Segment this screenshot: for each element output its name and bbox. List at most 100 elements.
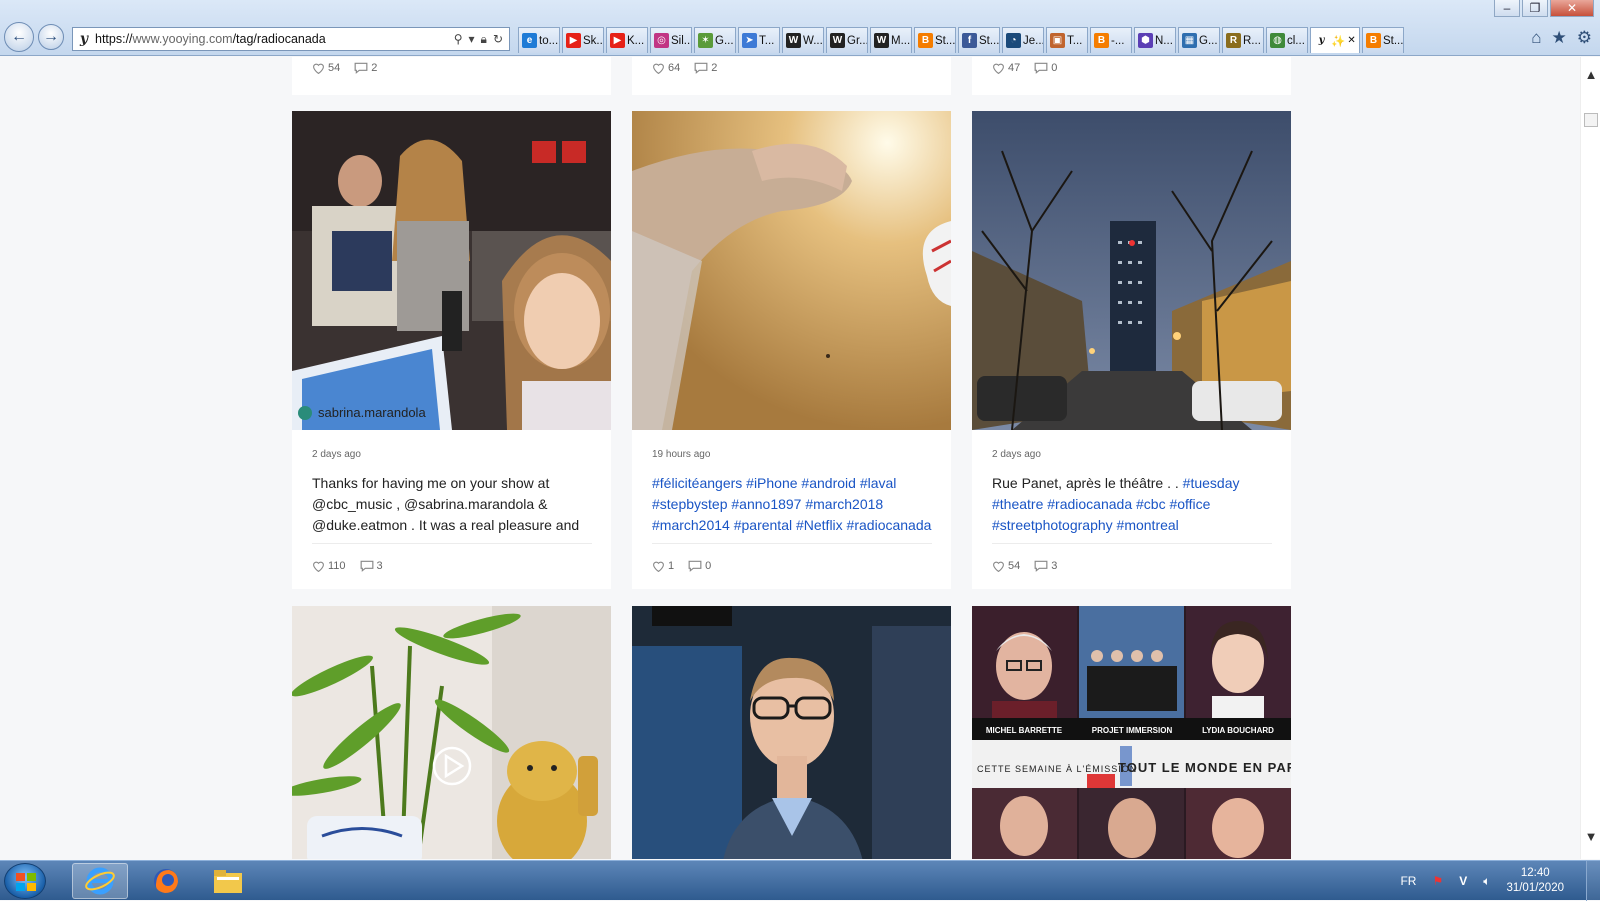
tab-0[interactable]: e to... <box>518 27 560 53</box>
windows-taskbar: FR ⚑ V 🔈︎ 12:40 31/01/2020 <box>0 860 1600 901</box>
comments-count[interactable]: 3 <box>1034 560 1057 572</box>
scroll-thumb[interactable] <box>1584 113 1598 127</box>
scroll-up-icon[interactable]: ▲ <box>1581 67 1600 82</box>
maximize-button[interactable]: ❐ <box>1522 0 1548 17</box>
comments-count[interactable]: 3 <box>360 560 383 572</box>
post-card-top-1[interactable]: 54 2 <box>292 57 611 95</box>
scroll-down-icon[interactable]: ▼ <box>1581 829 1600 844</box>
post-card[interactable]: 2 days ago Rue Panet, après le théâtre .… <box>972 111 1291 589</box>
tab-18[interactable]: y ✨ ✕ <box>1310 27 1360 53</box>
back-button[interactable]: ← <box>4 22 34 52</box>
comments-value: 2 <box>371 62 378 74</box>
post-card[interactable]: 19 hours ago #félicitéangers #iPhone #an… <box>632 111 951 589</box>
favorites-star-icon[interactable]: ★ <box>1552 28 1567 48</box>
comments-count[interactable]: 0 <box>1034 62 1057 74</box>
likes-count[interactable]: 110 <box>312 560 346 572</box>
comment-icon <box>688 560 702 572</box>
post-card[interactable] <box>632 606 951 859</box>
tab-5[interactable]: ➤ T... <box>738 27 780 53</box>
likes-count[interactable]: 47 <box>992 62 1020 74</box>
tab-11[interactable]: ◔ Je... <box>1002 27 1044 53</box>
tab-17[interactable]: ◍ cl... <box>1266 27 1308 53</box>
taskbar-firefox[interactable] <box>138 863 194 899</box>
tab-label: Sil... <box>671 34 692 47</box>
post-author[interactable]: sabrina.marandola <box>298 405 426 420</box>
post-stats: 54 3 <box>992 560 1057 572</box>
post-photo-tout-le-monde-en-parle[interactable]: MICHEL BARRETTE PROJET IMMERSION LYDIA B… <box>972 606 1291 859</box>
url-prefix: https:// <box>95 32 133 46</box>
post-photo-news-anchor[interactable] <box>632 606 951 859</box>
tab-12[interactable]: ▣ T... <box>1046 27 1088 53</box>
tab-14[interactable]: ⬢ N... <box>1134 27 1176 53</box>
tab-4[interactable]: ✶ G... <box>694 27 736 53</box>
post-card[interactable] <box>292 606 611 859</box>
taskbar-explorer[interactable] <box>200 863 256 899</box>
post-card[interactable]: sabrina.marandola 2 days ago Thanks for … <box>292 111 611 589</box>
tab-9[interactable]: B St... <box>914 27 956 53</box>
circle-icon: ◔ <box>1006 33 1021 48</box>
post-card[interactable]: MICHEL BARRETTE PROJET IMMERSION LYDIA B… <box>972 606 1291 859</box>
comments-count[interactable]: 2 <box>354 62 377 74</box>
clock[interactable]: 12:40 31/01/2020 <box>1506 866 1564 896</box>
close-tab-icon[interactable]: ✕ <box>1347 35 1355 46</box>
url-text[interactable]: https://www.yooying.com/tag/radiocanada <box>95 32 454 46</box>
wikipedia-icon: W <box>786 33 801 48</box>
likes-count[interactable]: 1 <box>652 560 674 572</box>
likes-count[interactable]: 54 <box>312 62 340 74</box>
url-domain: www.yooying.com <box>132 32 233 46</box>
minimize-button[interactable]: – <box>1494 0 1520 17</box>
address-bar[interactable]: y https://www.yooying.com/tag/radiocanad… <box>72 27 510 51</box>
tab-6[interactable]: W W... <box>782 27 824 53</box>
volume-muted-icon[interactable]: 🔈︎ <box>1483 874 1490 889</box>
forward-button[interactable]: → <box>38 24 64 50</box>
tab-13[interactable]: B -... <box>1090 27 1132 53</box>
post-stats: 1 0 <box>652 560 711 572</box>
search-icon[interactable]: ⚲ <box>454 32 463 47</box>
browser-toolbar-right: ⌂ ★ ⚙ <box>1531 28 1592 48</box>
clock-date: 31/01/2020 <box>1506 882 1564 894</box>
tab-16[interactable]: R R... <box>1222 27 1264 53</box>
post-photo-radio-studio[interactable]: sabrina.marandola <box>292 111 611 430</box>
comments-count[interactable]: 2 <box>694 62 717 74</box>
divider <box>652 543 932 544</box>
language-indicator[interactable]: FR <box>1400 874 1416 888</box>
post-video-bamboo-cat[interactable] <box>292 606 611 859</box>
comment-icon <box>360 560 373 572</box>
post-card-top-3[interactable]: 47 0 <box>972 57 1291 95</box>
page-scrollbar[interactable]: ▲ ▼ <box>1580 57 1600 859</box>
show-desktop-button[interactable] <box>1586 861 1600 901</box>
address-tools: ⚲ ▾ 🔒︎ ↻ <box>454 32 509 47</box>
tab-2[interactable]: ▶ K... <box>606 27 648 53</box>
post-caption: Rue Panet, après le théâtre . . #tuesday… <box>992 475 1240 533</box>
refresh-icon[interactable]: ↻ <box>493 32 503 47</box>
tab-8[interactable]: W M... <box>870 27 912 53</box>
arrow-icon: ➤ <box>742 33 757 48</box>
wikipedia-icon: W <box>874 33 889 48</box>
tab-1[interactable]: ▶ Sk... <box>562 27 604 53</box>
close-button[interactable]: ✕ <box>1550 0 1594 17</box>
tab-label: T... <box>759 34 775 47</box>
likes-count[interactable]: 64 <box>652 62 680 74</box>
tab-15[interactable]: ▦ G... <box>1178 27 1220 53</box>
blogger-icon: B <box>1366 33 1381 48</box>
tray-app-icon[interactable]: V <box>1459 874 1467 888</box>
tray-flag-icon[interactable]: ⚑ <box>1432 874 1443 888</box>
tab-10[interactable]: f St... <box>958 27 1000 53</box>
dropdown-icon[interactable]: ▾ <box>469 32 475 47</box>
tab-19[interactable]: B St... <box>1362 27 1404 53</box>
tab-label: St... <box>979 34 1000 47</box>
post-card-top-2[interactable]: 64 2 <box>632 57 951 95</box>
tab-7[interactable]: W Gr... <box>826 27 868 53</box>
comments-value: 2 <box>711 62 718 74</box>
likes-count[interactable]: 54 <box>992 560 1020 572</box>
home-icon[interactable]: ⌂ <box>1531 28 1541 48</box>
start-button[interactable] <box>4 863 46 899</box>
post-photo-street-night[interactable] <box>972 111 1291 430</box>
lock-icon[interactable]: 🔒︎ <box>481 32 487 47</box>
taskbar-ie[interactable] <box>72 863 128 899</box>
post-photo-hand-table[interactable] <box>632 111 951 430</box>
settings-gear-icon[interactable]: ⚙ <box>1577 28 1592 48</box>
comments-count[interactable]: 0 <box>688 560 711 572</box>
tab-label: T... <box>1067 34 1083 47</box>
tab-3[interactable]: ◎ Sil... <box>650 27 692 53</box>
